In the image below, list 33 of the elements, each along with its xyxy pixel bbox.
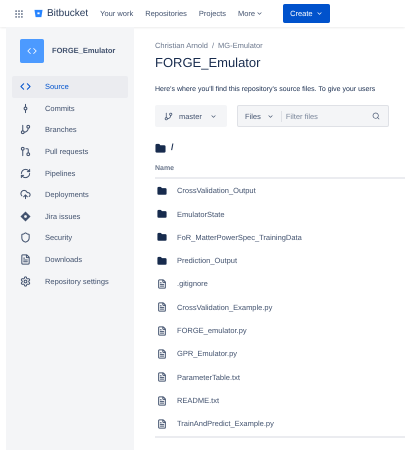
branch-icon xyxy=(164,112,173,121)
pull-request-icon xyxy=(20,146,31,158)
folder-icon xyxy=(157,256,167,266)
page-title: FORGE_Emulator xyxy=(155,54,262,72)
chevron-icon xyxy=(266,112,274,120)
product-name[interactable]: Bitbucket xyxy=(47,6,88,21)
chevron-icon xyxy=(256,10,264,17)
chevron-icon xyxy=(316,10,323,17)
branch-icon xyxy=(20,124,31,136)
folder-icon xyxy=(157,209,167,220)
folder-icon xyxy=(157,232,167,242)
file-icon xyxy=(157,279,167,290)
settings-icon xyxy=(20,276,31,287)
app-switcher-icon[interactable] xyxy=(14,8,24,18)
file-icon xyxy=(157,302,167,312)
chevron-icon xyxy=(210,112,217,120)
file-icon xyxy=(157,418,167,429)
bucket-logo-icon xyxy=(34,9,43,18)
file-icon xyxy=(157,348,167,359)
path-text: / xyxy=(171,141,174,154)
shield-icon xyxy=(20,232,31,244)
diamond-icon xyxy=(20,210,31,222)
folder-icon xyxy=(157,186,167,196)
cycle-icon xyxy=(20,168,31,179)
file-icon xyxy=(157,372,167,382)
file-icon xyxy=(157,326,167,336)
search-icon[interactable] xyxy=(372,112,380,120)
file-icon xyxy=(20,254,31,266)
folder-icon xyxy=(155,142,166,154)
repo-avatar-icon xyxy=(20,39,44,63)
code-icon xyxy=(20,81,31,92)
file-icon xyxy=(157,396,167,406)
cloud-upload-icon xyxy=(20,189,31,200)
